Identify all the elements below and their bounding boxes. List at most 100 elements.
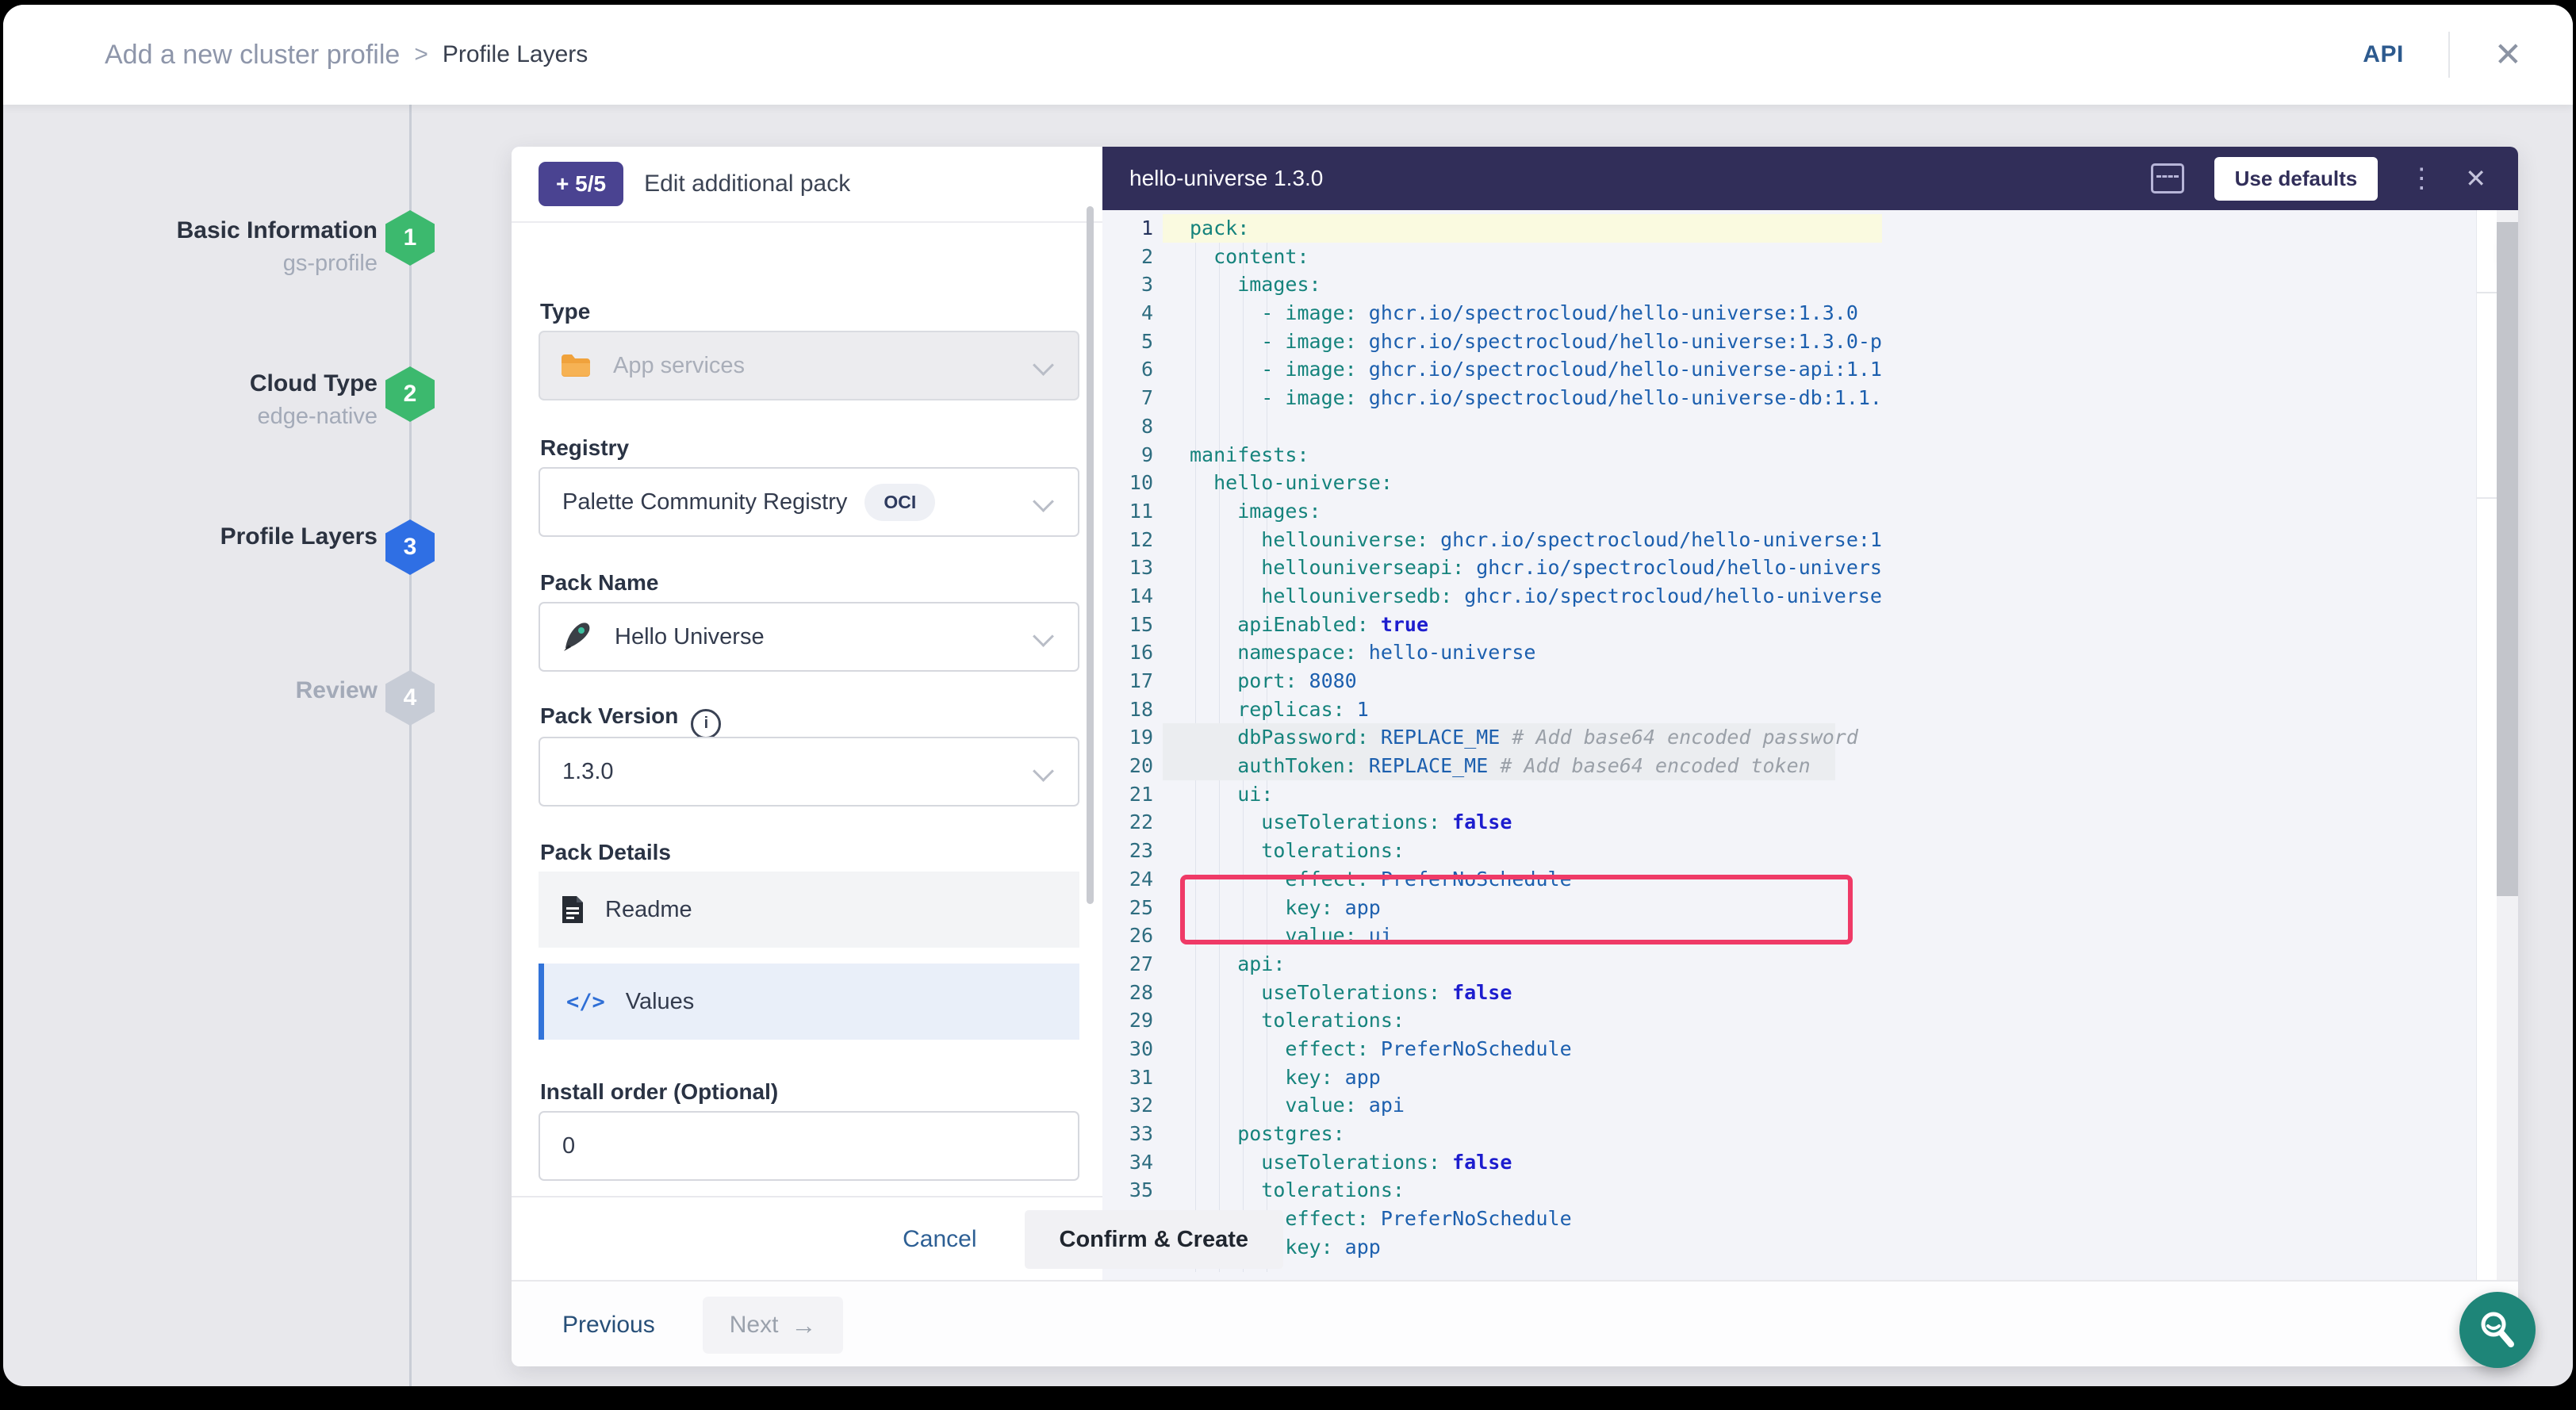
- step-hexagon-2[interactable]: 2: [385, 366, 435, 422]
- code-lines: pack: content: images: - image: ghcr.io/…: [1163, 214, 1882, 1261]
- line-number: 17: [1102, 667, 1160, 695]
- pack-count-badge[interactable]: + 5/5: [539, 162, 623, 206]
- line-number: 12: [1102, 526, 1160, 554]
- code-line: hellouniverseapi: ghcr.io/spectrocloud/h…: [1163, 554, 1882, 582]
- step-hexagon-4: 4: [385, 670, 435, 726]
- info-icon[interactable]: i: [691, 709, 721, 739]
- install-order-input[interactable]: 0: [539, 1111, 1079, 1181]
- values-label: Values: [626, 989, 695, 1015]
- step-review[interactable]: Review: [296, 677, 378, 704]
- registry-select[interactable]: Palette Community Registry OCI: [539, 467, 1079, 537]
- presets-scrollbar-thumb[interactable]: [2497, 222, 2518, 896]
- wizard-content: Basic Information gs-profile 1 Cloud Typ…: [3, 105, 2573, 1386]
- registry-label: Registry: [540, 435, 629, 461]
- step-subtitle: edge-native: [250, 404, 378, 430]
- top-bar: Add a new cluster profile > Profile Laye…: [3, 5, 2573, 105]
- code-line: apiEnabled: true: [1163, 611, 1882, 639]
- code-line: useTolerations: false: [1163, 1148, 1882, 1177]
- form-title: Edit additional pack: [644, 171, 850, 197]
- line-number: 10: [1102, 469, 1160, 497]
- pack-name-select[interactable]: Hello Universe: [539, 602, 1079, 672]
- split-view-icon[interactable]: [2151, 163, 2184, 193]
- line-number: 19: [1102, 723, 1160, 752]
- type-label: Type: [540, 299, 590, 324]
- presets-scrollbar-track[interactable]: [2497, 210, 2518, 1280]
- code-line: - image: ghcr.io/spectrocloud/hello-univ…: [1163, 384, 1882, 412]
- oci-badge: OCI: [864, 484, 935, 521]
- pack-version-label: Pack Versioni: [540, 703, 721, 739]
- rocket-icon: [561, 621, 592, 653]
- kebab-menu-icon[interactable]: ⋮: [2408, 171, 2435, 186]
- form-scrollbar[interactable]: [1087, 206, 1094, 904]
- line-number: 28: [1102, 979, 1160, 1007]
- line-number: 9: [1102, 441, 1160, 469]
- chevron-down-icon: [1033, 761, 1054, 782]
- registry-value: Palette Community Registry: [562, 489, 847, 515]
- editor-title: hello-universe 1.3.0: [1129, 166, 1323, 191]
- line-number: 20: [1102, 752, 1160, 780]
- code-line: dbPassword: REPLACE_ME # Add base64 enco…: [1163, 723, 1835, 752]
- step-cloud-type[interactable]: Cloud Type edge-native: [250, 370, 378, 430]
- pack-details-label: Pack Details: [540, 840, 671, 865]
- values-tab[interactable]: </> Values: [539, 964, 1079, 1040]
- code-line: hellouniversedb: ghcr.io/spectrocloud/he…: [1163, 582, 1882, 611]
- line-number: 4: [1102, 299, 1160, 328]
- close-icon[interactable]: ✕: [2494, 38, 2522, 71]
- step-title: Profile Layers: [220, 523, 378, 550]
- previous-button[interactable]: Previous: [562, 1312, 655, 1339]
- line-number: 2: [1102, 243, 1160, 271]
- line-number: 6: [1102, 355, 1160, 384]
- search-fab[interactable]: [2459, 1292, 2536, 1368]
- confirm-create-button[interactable]: Confirm & Create: [1025, 1210, 1284, 1269]
- step-hexagon-3[interactable]: 3: [385, 519, 435, 575]
- code-line: hello-universe:: [1163, 469, 1882, 497]
- breadcrumb-parent[interactable]: Add a new cluster profile: [105, 40, 400, 71]
- step-title: Cloud Type: [250, 370, 378, 397]
- code-line: images:: [1163, 497, 1882, 526]
- code-line: - image: ghcr.io/spectrocloud/hello-univ…: [1163, 355, 1882, 384]
- cancel-button[interactable]: Cancel: [903, 1226, 976, 1253]
- pack-version-select[interactable]: 1.3.0: [539, 737, 1079, 807]
- code-line: key: app: [1163, 1063, 1882, 1092]
- line-number: 15: [1102, 611, 1160, 639]
- editor-close-icon[interactable]: ✕: [2465, 163, 2486, 193]
- readme-tab[interactable]: Readme: [539, 872, 1079, 948]
- code-line: content:: [1163, 243, 1882, 271]
- code-line: tolerations:: [1163, 837, 1882, 865]
- line-number: 25: [1102, 894, 1160, 922]
- step-basic-information[interactable]: Basic Information gs-profile: [177, 217, 378, 277]
- editor-header-actions: Use defaults ⋮ ✕: [2151, 157, 2486, 201]
- line-number: 14: [1102, 582, 1160, 611]
- line-number: 16: [1102, 638, 1160, 667]
- breadcrumb-current: Profile Layers: [443, 41, 588, 68]
- line-number: 5: [1102, 328, 1160, 356]
- code-line: tolerations:: [1163, 1006, 1882, 1035]
- code-line: hellouniverse: ghcr.io/spectrocloud/hell…: [1163, 526, 1882, 554]
- code-line: pack:: [1163, 214, 1882, 243]
- api-link[interactable]: API: [2363, 41, 2404, 68]
- step-title: Basic Information: [177, 217, 378, 244]
- code-line: ui:: [1163, 780, 1882, 809]
- code-line: effect: PreferNoSchedule: [1163, 1035, 1882, 1063]
- next-button-disabled[interactable]: Next →: [703, 1297, 844, 1354]
- line-number: 1: [1102, 214, 1160, 243]
- code-line: value: api: [1163, 1091, 1882, 1120]
- code-gutter: 1234567891011121314151617181920212223242…: [1102, 214, 1160, 1261]
- code-line: useTolerations: false: [1163, 808, 1882, 837]
- line-number: 32: [1102, 1091, 1160, 1120]
- chevron-down-icon: [1033, 626, 1054, 647]
- use-defaults-button[interactable]: Use defaults: [2214, 157, 2379, 201]
- code-line: replicas: 1: [1163, 695, 1882, 724]
- code-line: useTolerations: false: [1163, 979, 1882, 1007]
- code-line: manifests:: [1163, 441, 1882, 469]
- code-area[interactable]: 1234567891011121314151617181920212223242…: [1102, 210, 1882, 1280]
- step-profile-layers[interactable]: Profile Layers: [220, 523, 378, 550]
- code-line: namespace: hello-universe: [1163, 638, 1882, 667]
- code-values-icon: </>: [566, 990, 605, 1014]
- presets-header: Presets: [2477, 210, 2497, 293]
- chevron-down-icon: [1033, 354, 1054, 376]
- app-window: Add a new cluster profile > Profile Laye…: [3, 5, 2573, 1386]
- line-number: 3: [1102, 270, 1160, 299]
- step-hexagon-1[interactable]: 1: [385, 210, 435, 266]
- line-number: 29: [1102, 1006, 1160, 1035]
